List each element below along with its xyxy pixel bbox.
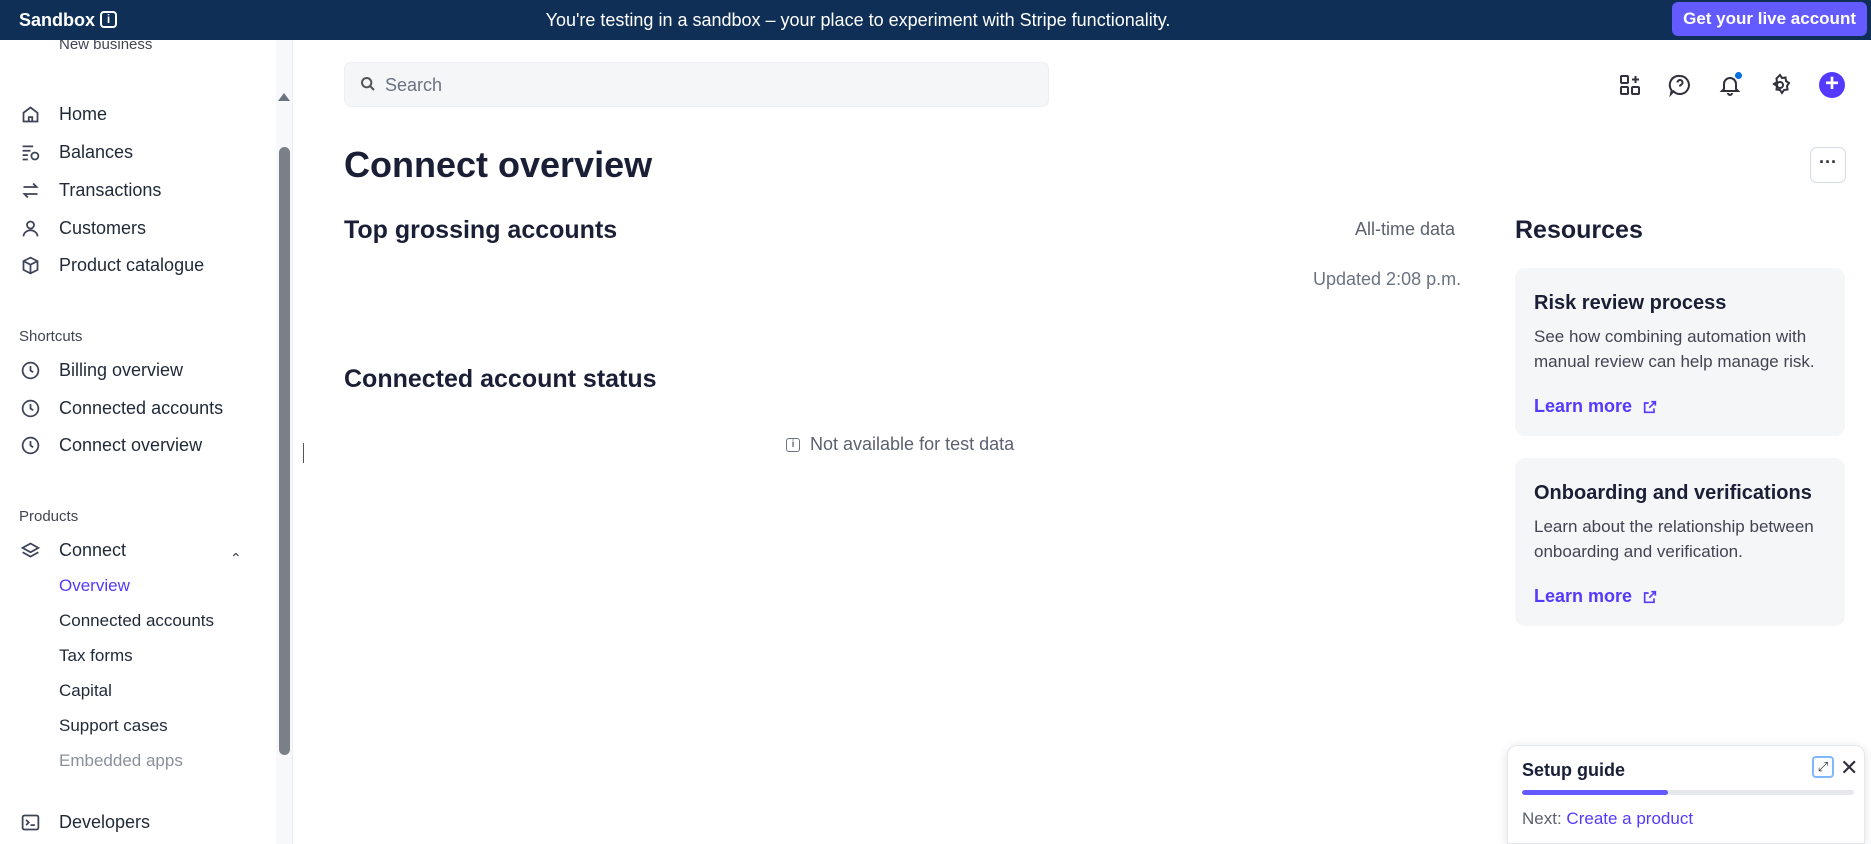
sidebar-item-customers[interactable]: Customers — [19, 213, 146, 243]
shortcut-label: Billing overview — [59, 359, 184, 380]
setup-progress-fill — [1522, 790, 1669, 795]
notifications-bell-icon[interactable] — [1717, 72, 1743, 98]
sidebar-item-label: Customers — [59, 217, 147, 238]
learn-more-link[interactable]: Learn more — [1534, 396, 1658, 417]
shortcut-label: Connected accounts — [59, 397, 224, 418]
get-live-account-button[interactable]: Get your live account — [1672, 2, 1867, 36]
create-product-link[interactable]: Create a product — [1566, 809, 1693, 828]
settings-gear-icon[interactable] — [1767, 72, 1793, 98]
clock-icon — [19, 397, 41, 419]
chevron-up-icon[interactable]: ⌃ — [230, 550, 242, 567]
top-grossing-heading: Top grossing accounts — [344, 216, 618, 244]
customers-icon — [19, 217, 41, 239]
sidebar-item-balances[interactable]: Balances — [19, 137, 133, 167]
sandbox-banner: Sandbox i You're testing in a sandbox – … — [0, 0, 1871, 40]
sidebar-item-label: Balances — [59, 141, 134, 162]
setup-progress-bar — [1522, 790, 1854, 795]
page-title: Connect overview — [344, 144, 653, 185]
clock-icon — [19, 434, 41, 456]
learn-more-link[interactable]: Learn more — [1534, 586, 1658, 607]
sidebar: New business Home Balances Transactions … — [0, 40, 293, 844]
shortcuts-heading: Shortcuts — [19, 328, 83, 345]
connect-layers-icon — [19, 539, 41, 561]
search-bar[interactable] — [344, 62, 1049, 107]
sidebar-item-label: Connect — [59, 539, 127, 560]
subnav-support-cases[interactable]: Support cases — [59, 716, 168, 736]
sidebar-item-label: Home — [59, 103, 108, 124]
clock-icon — [19, 359, 41, 381]
resource-card-description: See how combining automation with manual… — [1534, 327, 1815, 371]
not-available-notice: i Not available for test data — [786, 434, 1014, 455]
more-options-button[interactable]: ··· — [1810, 147, 1846, 183]
resources-heading: Resources — [1515, 216, 1643, 244]
notification-dot — [1735, 72, 1742, 79]
sidebar-item-label: Product catalogue — [59, 254, 205, 275]
balances-icon — [19, 141, 41, 163]
learn-more-label: Learn more — [1534, 586, 1633, 606]
info-icon: i — [786, 437, 800, 452]
shortcut-connect-overview[interactable]: Connect overview — [19, 430, 202, 460]
resource-card-title: Onboarding and verifications — [1534, 482, 1812, 504]
products-heading: Products — [19, 508, 79, 525]
resource-card-title: Risk review process — [1534, 292, 1727, 314]
product-catalogue-icon — [19, 254, 41, 276]
next-label: Next: — [1522, 809, 1562, 828]
transactions-icon — [19, 179, 41, 201]
sidebar-item-label: Developers — [59, 811, 151, 832]
sandbox-message: You're testing in a sandbox – your place… — [545, 10, 1171, 30]
learn-more-label: Learn more — [1534, 396, 1633, 416]
shortcut-billing-overview[interactable]: Billing overview — [19, 355, 183, 385]
sidebar-item-transactions[interactable]: Transactions — [19, 175, 161, 205]
terminal-icon — [19, 811, 41, 833]
subnav-overview[interactable]: Overview — [59, 576, 130, 596]
sidebar-item-label: Transactions — [59, 179, 162, 200]
sidebar-item-connect[interactable]: Connect — [19, 535, 126, 565]
updated-timestamp: Updated 2:08 p.m. — [1313, 269, 1462, 289]
shortcut-connected-accounts[interactable]: Connected accounts — [19, 393, 223, 423]
subnav-tax-forms[interactable]: Tax forms — [59, 646, 133, 666]
close-icon[interactable]: ✕ — [1840, 755, 1858, 781]
connected-account-status-heading: Connected account status — [344, 365, 657, 393]
sidebar-item-home[interactable]: Home — [19, 99, 107, 129]
sidebar-scroll-thumb[interactable] — [279, 147, 290, 755]
account-name[interactable]: New business — [59, 40, 152, 53]
setup-guide-title: Setup guide — [1522, 760, 1625, 780]
external-link-icon — [1643, 590, 1657, 603]
expand-icon[interactable]: ⤢ — [1812, 756, 1834, 778]
create-plus-button[interactable]: + — [1819, 72, 1845, 98]
search-icon — [360, 76, 376, 97]
apps-add-icon[interactable] — [1617, 72, 1643, 98]
resource-card-onboarding: Onboarding and verifications Learn about… — [1515, 458, 1845, 626]
subnav-connected-accounts[interactable]: Connected accounts — [59, 611, 214, 631]
help-icon[interactable] — [1667, 72, 1693, 98]
shortcut-label: Connect overview — [59, 434, 203, 455]
subnav-embedded-apps[interactable]: Embedded apps — [59, 751, 183, 771]
setup-guide-panel[interactable]: Setup guide ⤢ ✕ Next: Create a product — [1507, 745, 1865, 844]
all-time-data-label[interactable]: All-time data — [1355, 219, 1455, 240]
subnav-capital[interactable]: Capital — [59, 681, 112, 701]
resource-card-risk-review: Risk review process See how combining au… — [1515, 268, 1845, 436]
resize-handle[interactable] — [303, 443, 304, 463]
home-icon — [19, 103, 41, 125]
not-available-text: Not available for test data — [810, 434, 1015, 454]
setup-next-step: Next: Create a product — [1522, 809, 1693, 829]
sidebar-item-product-catalogue[interactable]: Product catalogue — [19, 250, 204, 280]
external-link-icon — [1643, 400, 1657, 413]
sidebar-item-developers[interactable]: Developers — [19, 807, 150, 837]
search-input[interactable] — [385, 73, 1025, 97]
scroll-up-arrow-icon[interactable] — [278, 93, 290, 101]
resource-card-description: Learn about the relationship between onb… — [1534, 517, 1814, 561]
